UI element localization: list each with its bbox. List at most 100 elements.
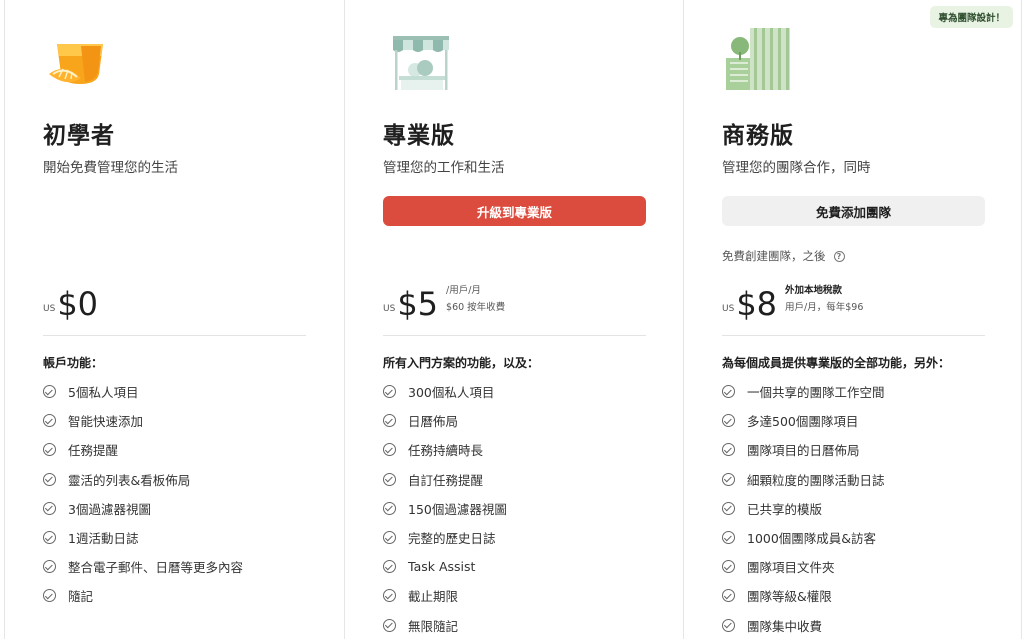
feature-label: 任務提醒 bbox=[68, 443, 119, 459]
free-team-note-text: 免費創建團隊，之後 bbox=[722, 249, 826, 263]
check-circle-icon bbox=[43, 501, 56, 515]
help-question-icon[interactable]: ? bbox=[833, 250, 845, 262]
check-circle-icon bbox=[383, 385, 396, 399]
feature-label: 3個過濾器視圖 bbox=[68, 501, 151, 517]
check-circle-icon bbox=[43, 472, 56, 486]
feature-item: 任務提醒 bbox=[43, 435, 243, 464]
check-circle-icon bbox=[722, 618, 735, 632]
feature-label: 日曆佈局 bbox=[408, 414, 459, 430]
price: US $5 /用戶/月 $60 按年收費 bbox=[383, 282, 505, 322]
check-circle-icon bbox=[383, 618, 396, 632]
check-circle-icon bbox=[43, 385, 56, 399]
feature-item: 任務持續時長 bbox=[383, 435, 507, 464]
check-circle-icon bbox=[383, 414, 396, 428]
check-circle-icon bbox=[43, 443, 56, 457]
upgrade-to-pro-button[interactable]: 升級到專業版 bbox=[383, 196, 646, 226]
orange-glass-icon bbox=[49, 44, 103, 84]
feature-item: 150個過濾器視圖 bbox=[383, 494, 507, 523]
currency-label: US bbox=[383, 304, 396, 314]
feature-label: 整合電子郵件、日曆等更多內容 bbox=[68, 560, 244, 576]
feature-label: 一個共享的團隊工作空間 bbox=[747, 385, 885, 401]
feature-item: 隨記 bbox=[43, 581, 243, 610]
feature-label: 多達500個團隊項目 bbox=[747, 414, 859, 430]
office-building-icon bbox=[726, 28, 790, 90]
feature-item: 團隊項目文件夾 bbox=[722, 552, 885, 581]
feature-label: 150個過濾器視圖 bbox=[408, 501, 507, 517]
plan-card-beginner: 初學者 開始免費管理您的生活 US $0 帳戶功能： 5個私人項目 智能快速添加… bbox=[4, 0, 345, 639]
currency-label: US bbox=[722, 304, 735, 314]
feature-item: 日曆佈局 bbox=[383, 406, 507, 435]
plan-title: 商務版 bbox=[722, 123, 794, 149]
feature-item: 智能快速添加 bbox=[43, 406, 243, 435]
feature-label: 5個私人項目 bbox=[68, 385, 139, 401]
features-heading: 帳戶功能： bbox=[43, 356, 104, 370]
feature-item: 300個私人項目 bbox=[383, 377, 507, 406]
plan-title: 專業版 bbox=[383, 123, 455, 149]
feature-item: 無限隨記 bbox=[383, 611, 507, 639]
check-circle-icon bbox=[383, 560, 396, 574]
price: US $8 外加本地稅款 用戶/月，每年$96 bbox=[722, 282, 863, 322]
check-circle-icon bbox=[43, 414, 56, 428]
check-circle-icon bbox=[43, 589, 56, 603]
check-circle-icon bbox=[722, 472, 735, 486]
plan-tagline: 管理您的工作和生活 bbox=[383, 160, 505, 176]
check-circle-icon bbox=[43, 531, 56, 545]
feature-label: 團隊項目的日曆佈局 bbox=[747, 443, 860, 459]
feature-item: 3個過濾器視圖 bbox=[43, 494, 243, 523]
check-circle-icon bbox=[383, 501, 396, 515]
feature-item: 多達500個團隊項目 bbox=[722, 406, 885, 435]
feature-label: 300個私人項目 bbox=[408, 385, 495, 401]
price-billing: 用戶/月，每年$96 bbox=[785, 302, 864, 313]
price: US $0 bbox=[43, 282, 98, 322]
feature-item: 已共享的模版 bbox=[722, 494, 885, 523]
check-circle-icon bbox=[383, 589, 396, 603]
currency-label: US bbox=[43, 304, 56, 314]
feature-item: 團隊集中收費 bbox=[722, 611, 885, 639]
features-heading: 為每個成員提供專業版的全部功能，另外： bbox=[722, 356, 951, 370]
feature-label: 細顆粒度的團隊活動日誌 bbox=[747, 472, 885, 488]
feature-item: 1週活動日誌 bbox=[43, 523, 243, 552]
price-tax-note: 外加本地稅款 bbox=[785, 285, 843, 296]
feature-list: 5個私人項目 智能快速添加 任務提醒 靈活的列表&看板佈局 3個過濾器視圖 1週… bbox=[43, 377, 243, 611]
price-details: 外加本地稅款 用戶/月，每年$96 bbox=[785, 282, 863, 313]
price-amount: $8 bbox=[736, 285, 778, 323]
feature-label: 完整的歷史日誌 bbox=[408, 531, 496, 547]
check-circle-icon bbox=[722, 414, 735, 428]
feature-item: 截止期限 bbox=[383, 581, 507, 610]
team-badge: 專為團隊設計！ bbox=[930, 6, 1013, 28]
price-billing: $60 按年收費 bbox=[446, 302, 506, 313]
feature-label: 截止期限 bbox=[408, 589, 459, 605]
feature-label: 1000個團隊成員&訪客 bbox=[747, 531, 877, 547]
free-team-note: 免費創建團隊，之後 ? bbox=[722, 248, 845, 264]
price-details: /用戶/月 $60 按年收費 bbox=[446, 282, 505, 313]
feature-label: 靈活的列表&看板佈局 bbox=[68, 472, 191, 488]
pricing-plans: 初學者 開始免費管理您的生活 US $0 帳戶功能： 5個私人項目 智能快速添加… bbox=[0, 0, 1024, 639]
check-circle-icon bbox=[43, 560, 56, 574]
check-circle-icon bbox=[722, 531, 735, 545]
plan-tagline: 開始免費管理您的生活 bbox=[43, 160, 178, 176]
check-circle-icon bbox=[383, 443, 396, 457]
price-amount: $5 bbox=[397, 285, 439, 323]
price-amount: $0 bbox=[57, 285, 99, 323]
check-circle-icon bbox=[722, 589, 735, 603]
feature-list: 300個私人項目 日曆佈局 任務持續時長 自訂任務提醒 150個過濾器視圖 完整… bbox=[383, 377, 507, 639]
feature-label: 自訂任務提醒 bbox=[408, 472, 484, 488]
feature-item: 1000個團隊成員&訪客 bbox=[722, 523, 885, 552]
feature-label: 已共享的模版 bbox=[747, 501, 823, 517]
feature-label: 無限隨記 bbox=[408, 618, 459, 634]
add-team-free-button[interactable]: 免費添加團隊 bbox=[722, 196, 985, 226]
feature-item: 5個私人項目 bbox=[43, 377, 243, 406]
feature-label: 任務持續時長 bbox=[408, 443, 484, 459]
check-circle-icon bbox=[722, 385, 735, 399]
divider bbox=[383, 335, 646, 336]
feature-item: Task Assist bbox=[383, 552, 507, 581]
feature-label: 智能快速添加 bbox=[68, 414, 144, 430]
divider bbox=[722, 335, 985, 336]
feature-label: 團隊項目文件夾 bbox=[747, 560, 835, 576]
feature-label: 1週活動日誌 bbox=[68, 531, 139, 547]
feature-item: 靈活的列表&看板佈局 bbox=[43, 465, 243, 494]
plan-card-pro: 專業版 管理您的工作和生活 升級到專業版 US $5 /用戶/月 $60 按年收… bbox=[344, 0, 684, 639]
feature-label: 團隊等級&權限 bbox=[747, 589, 832, 605]
feature-label: 隨記 bbox=[68, 589, 94, 605]
feature-item: 團隊等級&權限 bbox=[722, 581, 885, 610]
